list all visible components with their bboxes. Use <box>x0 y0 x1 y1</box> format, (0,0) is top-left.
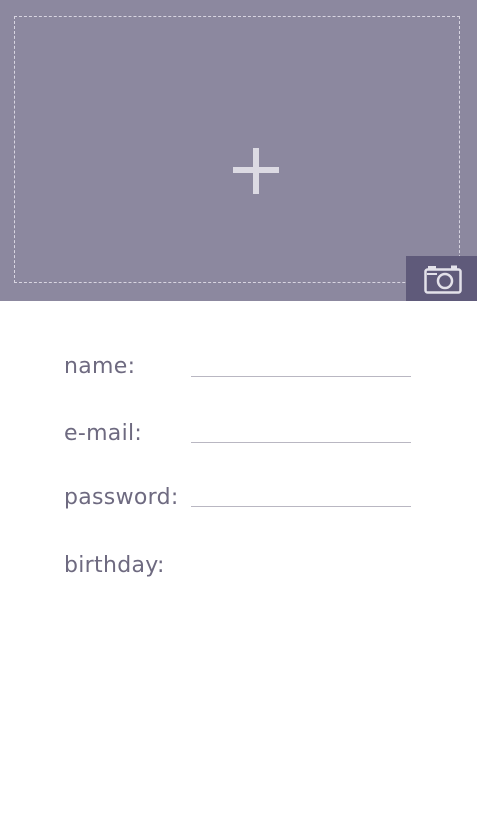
email-label: e-mail: <box>64 421 143 446</box>
camera-icon <box>424 265 462 294</box>
birthday-label: birthday: <box>64 553 165 578</box>
password-label: password: <box>64 485 179 510</box>
password-input[interactable] <box>191 479 411 507</box>
name-label: name: <box>64 354 136 379</box>
camera-button[interactable] <box>406 256 477 301</box>
photo-dropzone[interactable] <box>14 16 460 283</box>
email-input[interactable] <box>191 415 411 443</box>
name-input[interactable] <box>191 349 411 377</box>
plus-icon <box>233 148 279 194</box>
photo-area <box>0 0 477 301</box>
